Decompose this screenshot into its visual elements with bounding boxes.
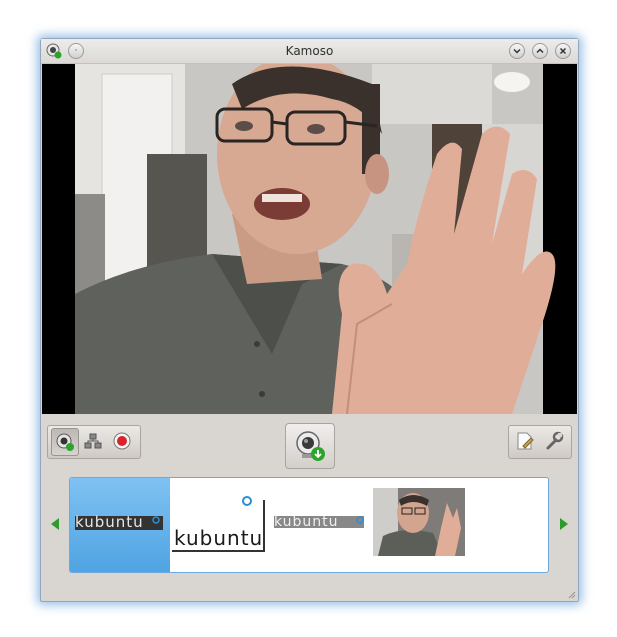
photo-mode-button[interactable]	[51, 428, 79, 456]
record-video-icon	[113, 432, 131, 450]
kubuntu-logo-icon	[242, 496, 252, 506]
arrow-right-icon[interactable]	[558, 517, 570, 531]
thumbnail-strip-area: kubuntu kubuntu kubuntu	[41, 475, 578, 595]
close-icon	[559, 47, 567, 55]
wrench-settings-icon	[546, 431, 564, 450]
thumbnail-label: kubuntu	[75, 513, 144, 531]
settings-button[interactable]	[541, 428, 567, 454]
mode-button-group	[47, 425, 141, 459]
minimize-icon	[513, 48, 521, 54]
resize-grip-icon[interactable]	[568, 591, 576, 599]
kubuntu-logo-icon	[152, 516, 160, 524]
thumbnail-item[interactable]	[373, 478, 465, 572]
burst-mode-button[interactable]	[80, 428, 106, 454]
title-bar[interactable]: · Kamoso	[41, 39, 578, 64]
edit-document-icon	[517, 432, 534, 450]
kamoso-window: · Kamoso kubuntu kubuntu kubuntu	[40, 38, 579, 602]
kubuntu-logo-icon	[356, 516, 364, 524]
thumbnail-label: kubuntu	[274, 514, 339, 530]
maximize-button[interactable]	[532, 43, 548, 59]
close-button[interactable]	[555, 43, 571, 59]
thumbnail-strip: kubuntu kubuntu kubuntu	[69, 477, 549, 573]
maximize-icon	[536, 48, 544, 54]
thumbnail-item[interactable]: kubuntu	[70, 478, 170, 572]
burst-mode-icon	[84, 433, 102, 449]
thumbnail-label: kubuntu	[174, 526, 264, 550]
window-title: Kamoso	[285, 44, 334, 58]
thumbnail-item[interactable]: kubuntu	[170, 478, 270, 572]
webcam-photo-icon	[56, 433, 74, 451]
record-video-button[interactable]	[109, 428, 135, 454]
minimize-button[interactable]	[509, 43, 525, 59]
arrow-left-icon[interactable]	[49, 517, 61, 531]
capture-button[interactable]	[285, 423, 335, 469]
webcam-frame	[42, 64, 577, 414]
toolbar	[41, 415, 578, 475]
tools-button-group	[508, 425, 572, 459]
webcam-capture-icon	[296, 431, 325, 461]
thumbnail-item[interactable]: kubuntu	[270, 478, 370, 572]
webcam-photo-thumbnail	[373, 488, 465, 556]
webcam-video-feed	[42, 64, 577, 414]
edit-button[interactable]	[512, 428, 538, 454]
